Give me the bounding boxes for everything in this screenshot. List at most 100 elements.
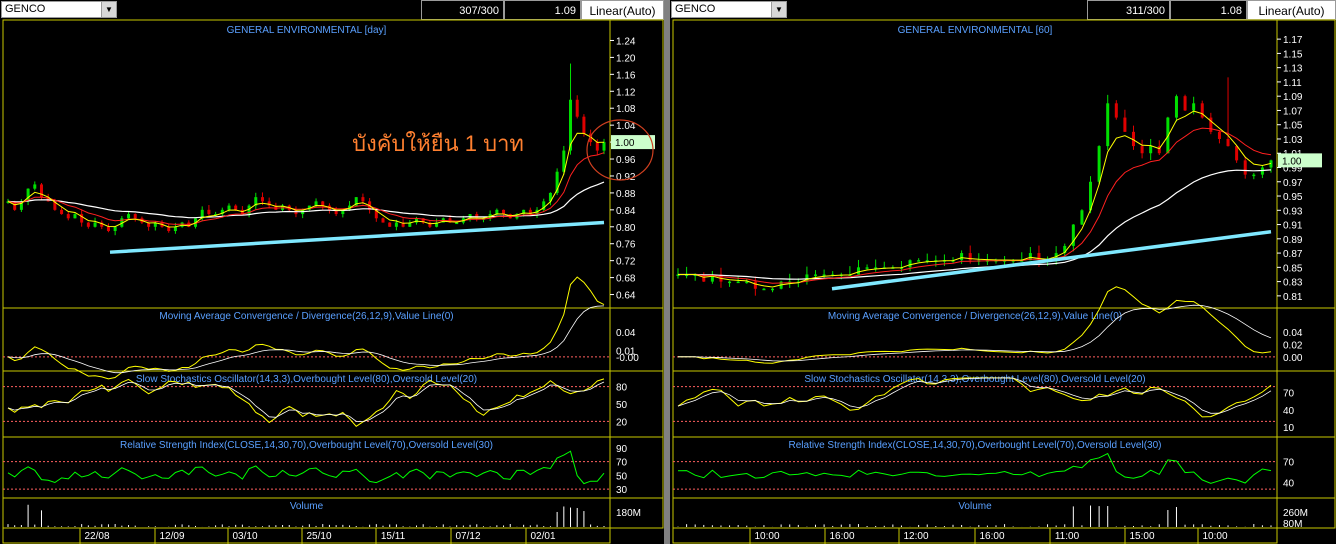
chart-canvas: GENERAL ENVIRONMENTAL [60] 1.17 1.15 1.13 1.… xyxy=(672,19,1336,544)
macd-line xyxy=(7,276,605,380)
candle-body xyxy=(1192,103,1196,111)
chart-panel-60min: GENCO ▼ 311/300 1.08 Linear(Auto) GENERA… xyxy=(670,0,1336,544)
candle-body xyxy=(908,260,912,268)
candle-body xyxy=(1080,210,1084,225)
price-tick-label: 1.12 xyxy=(616,87,636,98)
candle-body xyxy=(133,214,137,219)
price-tick-label: 1.09 xyxy=(1283,92,1303,103)
candle-body xyxy=(60,209,64,215)
time-tick-label: 15/11 xyxy=(381,531,406,542)
candle-body xyxy=(1106,103,1110,147)
stoch-tick-label: 20 xyxy=(616,417,628,428)
price-tick-label: 1.17 xyxy=(1283,35,1303,46)
price-tick-label: 0.97 xyxy=(1283,178,1303,189)
candle-body xyxy=(1174,96,1178,118)
chart-panel-day: GENCO ▼ 307/300 1.09 Linear(Auto) GENERA… xyxy=(0,0,664,544)
time-tick-label: 12:00 xyxy=(903,531,928,542)
price-tick-label: 0.89 xyxy=(1283,235,1303,246)
rsi-tick-label: 40 xyxy=(1283,478,1295,489)
price-tick-label: 0.88 xyxy=(616,189,636,200)
candle-body xyxy=(960,253,964,261)
price-tick-label: 1.03 xyxy=(1283,135,1303,146)
time-tick-label: 02/01 xyxy=(530,531,555,542)
candle-body xyxy=(381,218,385,223)
sma-200-line xyxy=(831,229,1272,291)
candle-body xyxy=(234,205,238,210)
candle-body xyxy=(771,288,775,291)
time-tick-label: 12/09 xyxy=(159,531,184,542)
price-tick-label: 0.68 xyxy=(616,274,636,285)
candle-body xyxy=(394,222,398,227)
macd-line xyxy=(678,286,1272,364)
candle-body xyxy=(762,288,766,291)
macd-tick-label: -0.00 xyxy=(616,353,639,364)
rsi-tick-label: 70 xyxy=(616,458,628,469)
price-tick-label: 1.13 xyxy=(1283,64,1303,75)
rsi-tick-label: 90 xyxy=(616,444,628,455)
macd-tick-label: 0.04 xyxy=(1283,328,1303,339)
price-tick-label: 1.15 xyxy=(1283,49,1303,60)
candle-body xyxy=(1200,103,1204,118)
rsi-title: Relative Strength Index(CLOSE,14,30,70),… xyxy=(120,440,493,451)
stoch-tick-label: 10 xyxy=(1283,423,1295,434)
candle-body xyxy=(86,222,90,227)
rsi-line xyxy=(7,450,605,485)
candle-body xyxy=(917,260,921,262)
candle-body xyxy=(1149,146,1153,154)
sma-200-line xyxy=(109,220,605,254)
stoch-title: Slow Stochastics Oscillator(14,3,3),Over… xyxy=(804,374,1145,385)
volume-title: Volume xyxy=(958,501,992,512)
candle-body xyxy=(388,222,392,227)
candle-body xyxy=(1114,103,1118,118)
candle-body xyxy=(1243,160,1247,175)
price-tick-label: 1.07 xyxy=(1283,106,1303,117)
current-price-label: 1.00 xyxy=(1282,156,1302,167)
candle-body xyxy=(1235,146,1239,161)
annotation-text: บังคับให้ยืน 1 บาท xyxy=(352,131,524,156)
candle-body xyxy=(455,222,459,225)
time-tick-label: 07/12 xyxy=(455,531,480,542)
volume-title: Volume xyxy=(290,501,324,512)
candle-body xyxy=(1217,131,1221,139)
price-tick-label: 0.95 xyxy=(1283,192,1303,203)
candle-body xyxy=(1252,174,1256,177)
volume-tick-label: 260M xyxy=(1283,508,1308,519)
time-tick-label: 10:00 xyxy=(1202,531,1227,542)
price-pane xyxy=(672,19,1278,309)
candle-body xyxy=(106,226,110,232)
price-tick-label: 0.83 xyxy=(1283,278,1303,289)
rsi-title: Relative Strength Index(CLOSE,14,30,70),… xyxy=(789,440,1162,451)
price-tick-label: 1.11 xyxy=(1283,78,1302,89)
current-price-label: 1.00 xyxy=(615,138,635,149)
price-tick-label: 1.05 xyxy=(1283,121,1303,132)
candle-body xyxy=(227,205,231,210)
candle-body xyxy=(575,99,579,117)
candle-body xyxy=(207,209,211,215)
candle-body xyxy=(1123,117,1127,132)
candle-body xyxy=(260,197,264,202)
time-tick-label: 15:00 xyxy=(1129,531,1154,542)
time-tick-label: 10:00 xyxy=(754,531,779,542)
candle-body xyxy=(1183,96,1187,111)
candle-body xyxy=(595,142,599,151)
candle-body xyxy=(502,209,506,215)
stoch-tick-label: 40 xyxy=(1283,406,1295,417)
candle-body xyxy=(73,214,77,219)
candle-body xyxy=(39,184,43,198)
candle-body xyxy=(753,281,757,289)
volume-tick-label: 80M xyxy=(1283,519,1302,530)
stoch-tick-label: 80 xyxy=(616,383,628,394)
candle-body xyxy=(321,201,325,206)
ema-slow-line xyxy=(678,127,1272,284)
sma-long-line xyxy=(678,169,1272,280)
macd-tick-label: 0.04 xyxy=(616,328,636,339)
price-tick-label: 1.24 xyxy=(616,36,636,47)
stoch-tick-label: 70 xyxy=(1283,388,1295,399)
candle-body xyxy=(1226,138,1230,147)
time-tick-label: 22/08 xyxy=(84,531,109,542)
candle-body xyxy=(173,226,177,232)
price-tick-label: 0.76 xyxy=(616,240,636,251)
volume-tick-label: 180M xyxy=(616,508,641,519)
price-tick-label: 0.85 xyxy=(1283,263,1303,274)
price-tick-label: 0.72 xyxy=(616,257,636,268)
